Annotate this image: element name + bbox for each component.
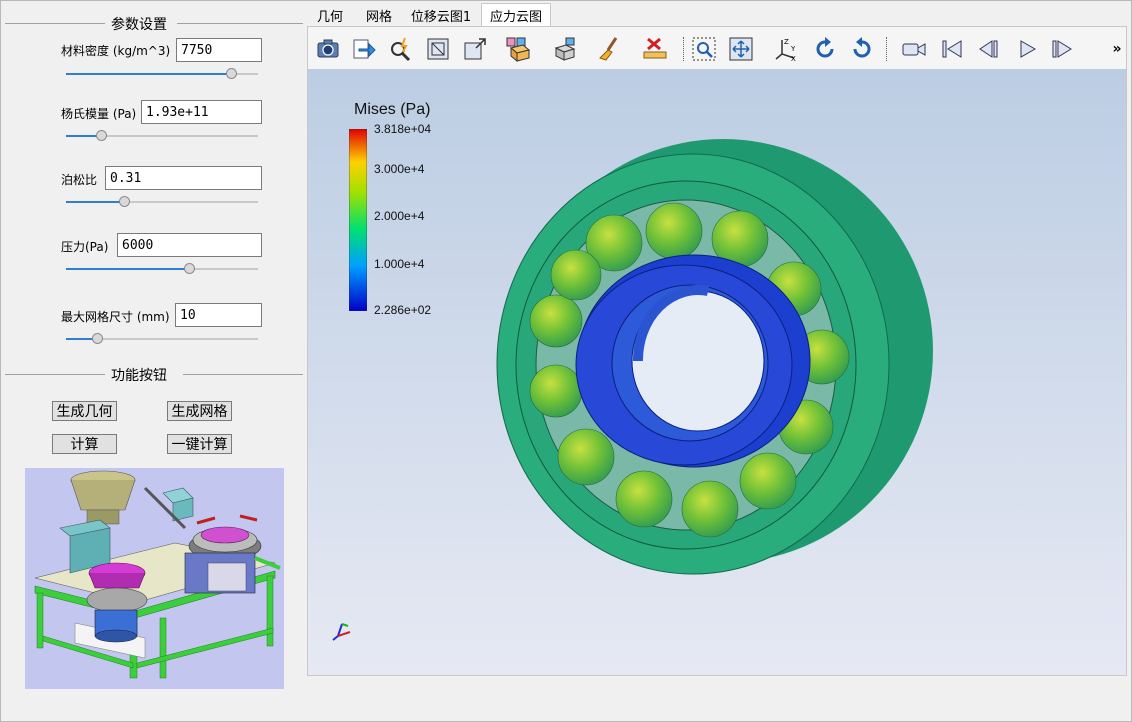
params-group-header: 参数设置 [5,13,303,33]
max-mesh-size-input[interactable] [175,303,262,327]
axes-orient-icon[interactable]: ZYX [773,35,801,63]
poisson-ratio-label: 泊松比 [61,173,98,187]
ruler-clear-icon[interactable] [641,35,669,63]
viewer-toolbar: ZYX » [308,27,1126,69]
toolbar-separator [683,37,684,61]
camera-icon[interactable] [314,35,342,63]
youngs-modulus-input[interactable] [141,100,262,124]
svg-text:Z: Z [784,38,789,46]
pressure-slider[interactable] [66,262,258,276]
pressure-input[interactable] [117,233,262,257]
view-cube-icon[interactable] [504,35,532,63]
density-label: 材料密度 (kg/m^3) [61,44,171,58]
colorbar-label-20k: 2.000e+4 [374,209,425,223]
max-mesh-size-slider[interactable] [66,332,258,346]
prev-frame-icon[interactable] [975,35,1003,63]
first-frame-icon[interactable] [938,35,966,63]
zoom-box-icon[interactable] [461,35,489,63]
zoom-region-icon[interactable] [690,35,718,63]
rotate-cw-icon[interactable] [811,35,839,63]
clear-brush-icon[interactable] [595,35,623,63]
toolbar-overflow-button[interactable]: » [1103,35,1131,63]
view-iso-icon[interactable] [551,35,579,63]
fit-box-icon[interactable] [424,35,452,63]
tab-geometry[interactable]: 几何 [308,3,352,27]
pressure-label: 压力(Pa) [61,240,109,254]
poisson-ratio-slider[interactable] [66,195,258,209]
colorbar-label-min: 2.286e+02 [374,303,432,317]
toolbar-separator [886,37,887,61]
func-group-title: 功能按钮 [111,368,167,384]
params-group-title: 参数设置 [111,17,167,33]
tab-stress-contour[interactable]: 应力云图 [481,3,551,27]
density-slider[interactable] [66,67,258,81]
svg-text:X: X [791,55,796,62]
colorbar-label-30k: 3.000e+4 [374,162,425,176]
colorbar [349,129,367,311]
youngs-modulus-label: 杨氏模量 (Pa) [61,107,137,121]
app-window: 参数设置 材料密度 (kg/m^3) 杨氏模量 (Pa) 泊松比 压力(Pa) … [0,0,1132,722]
poisson-ratio-input[interactable] [105,166,262,190]
bearing-stress-model [496,139,933,575]
play-icon[interactable] [1013,35,1041,63]
render-viewport[interactable]: Mises (Pa) 3.818e+04 3.000e+4 2.000e+4 1… [308,69,1126,675]
generate-geometry-button[interactable]: 生成几何 [52,401,117,421]
svg-text:Y: Y [790,45,796,53]
max-mesh-size-label: 最大网格尺寸 (mm) [61,310,170,324]
probe-icon[interactable] [387,35,415,63]
last-frame-icon[interactable] [1048,35,1076,63]
machine-illustration [25,468,284,689]
video-camera-icon[interactable] [900,35,928,63]
compute-button[interactable]: 计算 [52,434,117,454]
tab-displacement-contour[interactable]: 位移云图1 [405,3,477,27]
rotate-ccw-icon[interactable] [848,35,876,63]
orientation-axes-icon [332,623,351,641]
func-group-header: 功能按钮 [5,364,303,384]
one-click-compute-button[interactable]: 一键计算 [167,434,232,454]
colorbar-label-10k: 1.000e+4 [374,257,425,271]
colorbar-label-max: 3.818e+04 [374,122,432,136]
youngs-modulus-slider[interactable] [66,129,258,143]
assembly-machine-image [34,470,281,679]
density-input[interactable] [176,38,262,62]
colorbar-title: Mises (Pa) [354,101,431,118]
pan-icon[interactable] [727,35,755,63]
generate-mesh-button[interactable]: 生成网格 [167,401,232,421]
tab-mesh[interactable]: 网格 [358,3,400,27]
export-icon[interactable] [350,35,378,63]
